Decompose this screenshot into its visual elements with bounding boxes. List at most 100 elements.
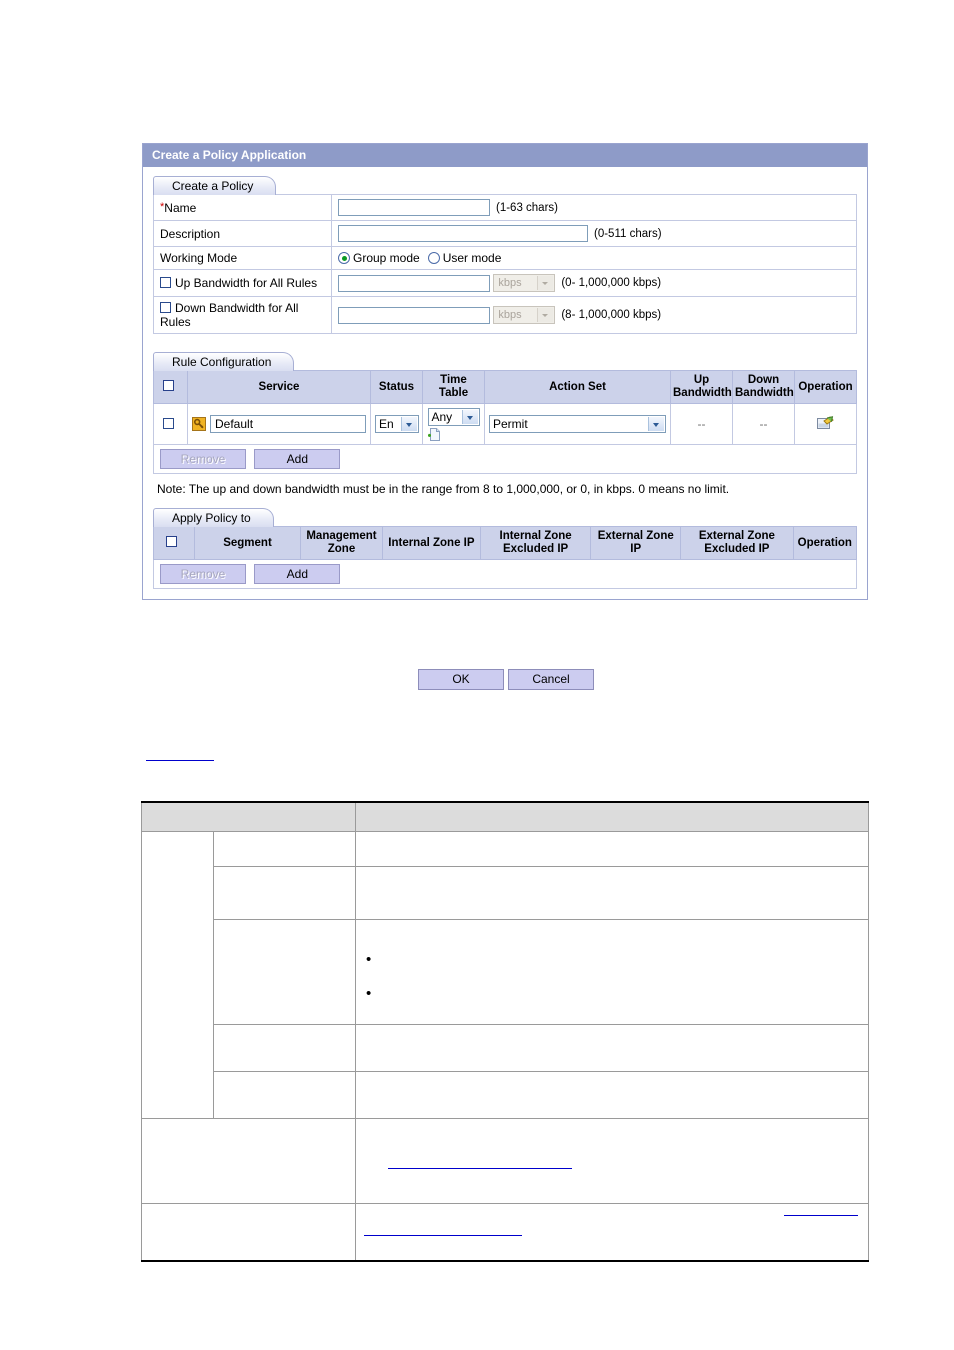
rule-remove-button[interactable]: Remove (160, 449, 246, 469)
service-input[interactable]: Default (210, 415, 366, 433)
working-mode-label: Working Mode (160, 251, 238, 265)
bullet-item (356, 985, 868, 1004)
rule-header-up-bandwidth-line1: Up (693, 374, 710, 386)
rule-header-up-bandwidth-line2: Bandwidth (673, 387, 732, 399)
description-input[interactable] (338, 225, 588, 242)
description-item-cell (213, 1024, 356, 1072)
apply-remove-button[interactable]: Remove (160, 564, 246, 584)
chevron-down-icon (537, 308, 554, 322)
up-bandwidth-hint: (0- 1,000,000 kbps) (561, 277, 662, 290)
description-text-cell-with-links (355, 1203, 869, 1262)
up-bandwidth-unit-select[interactable]: kbps (493, 274, 556, 292)
rule-table-header-row: Service Status Time Table Action Set Up … (153, 370, 857, 404)
service-key-icon (192, 417, 206, 431)
up-bandwidth-input[interactable] (338, 274, 490, 292)
tab-create-a-policy[interactable]: Create a Policy (153, 176, 277, 195)
name-label-cell: *Name (153, 194, 332, 221)
radio-user-mode-label: User mode (442, 251, 502, 265)
name-input[interactable] (338, 199, 490, 216)
rule-row-operation-cell (794, 403, 857, 445)
tab-apply-policy-to[interactable]: Apply Policy to (153, 508, 274, 527)
rule-header-up-bandwidth: Up Bandwidth (670, 370, 733, 404)
apply-select-all-checkbox[interactable] (166, 536, 178, 547)
time-table-select[interactable]: Any (427, 408, 480, 426)
rule-row-checkbox[interactable] (163, 418, 174, 429)
bullet-item (356, 951, 868, 970)
table-row (142, 866, 869, 920)
action-set-select[interactable]: Permit (489, 415, 666, 433)
cross-reference-link[interactable] (388, 1157, 572, 1169)
bandwidth-note: Note: The up and down bandwidth must be … (157, 482, 730, 496)
description-table-header-row (141, 801, 869, 832)
description-label: Description (160, 226, 221, 241)
apply-select-all-header (153, 526, 195, 560)
rule-header-operation: Operation (794, 370, 857, 404)
ok-button[interactable]: OK (418, 669, 504, 690)
form-row-up-bandwidth: Up Bandwidth for All Rules kbps (0- 1,000… (153, 269, 857, 297)
policy-form-table: *Name (1-63 chars) Description (0-511 ch… (153, 194, 857, 334)
description-header-item-cell (141, 801, 356, 832)
down-bandwidth-label: Down Bandwidth for All Rules (160, 301, 299, 329)
table-row (142, 919, 869, 1025)
dialog-title-bar: Create a Policy Application (143, 144, 867, 168)
table-row (142, 1071, 869, 1119)
down-bandwidth-unit-select[interactable]: kbps (493, 306, 556, 324)
down-bandwidth-checkbox[interactable] (160, 302, 171, 313)
dialog-body: Create a Policy *Name (1-63 chars) Descr… (143, 168, 867, 599)
description-text-cell-with-link (355, 1118, 869, 1204)
apply-header-external-zone-ip: External Zone IP (590, 526, 682, 560)
tab-create-a-policy-label: Create a Policy (172, 179, 254, 193)
apply-header-management-zone: Management Zone (300, 526, 383, 560)
table-row (141, 1118, 869, 1204)
dialog-title-text: Create a Policy Application (152, 148, 307, 162)
working-mode-label-cell: Working Mode (153, 246, 332, 270)
apply-policy-tab-strip: Apply Policy to (153, 508, 857, 527)
radio-group-mode[interactable] (338, 252, 350, 264)
apply-add-button[interactable]: Add (254, 564, 341, 584)
rule-row-action-set-cell: Permit (484, 403, 671, 445)
apply-header-external-ip-line2: IP (630, 543, 642, 555)
down-bandwidth-input[interactable] (338, 306, 490, 324)
apply-policy-table: Segment Management Zone Internal Zone IP… (153, 526, 858, 560)
add-time-table-icon[interactable] (427, 427, 443, 442)
service-wrap: Default (192, 415, 366, 433)
apply-header-internal-excluded-line2: Excluded IP (503, 543, 569, 555)
apply-header-internal-zone-excluded-ip: Internal Zone Excluded IP (479, 526, 592, 560)
rule-header-status: Status (370, 370, 423, 404)
chevron-down-icon (537, 276, 554, 290)
description-item-cell (213, 1071, 356, 1119)
document-anchor-link[interactable] (146, 750, 214, 761)
edit-rule-icon[interactable] (817, 415, 834, 430)
rule-add-button[interactable]: Add (254, 449, 341, 469)
status-select[interactable]: En (375, 415, 419, 433)
apply-header-management-zone-line1: Management (306, 530, 377, 542)
description-header-description-cell (355, 801, 869, 832)
up-bandwidth-field-cell: kbps (0- 1,000,000 kbps) (331, 269, 857, 297)
description-group-cell (141, 1118, 356, 1204)
rule-header-down-bandwidth-line1: Down (747, 374, 780, 386)
apply-header-internal-excluded-line1: Internal Zone (499, 530, 572, 542)
rule-header-down-bandwidth: Down Bandwidth (732, 370, 795, 404)
cross-reference-link[interactable] (784, 1204, 858, 1216)
up-bandwidth-unit-value: kbps (498, 277, 522, 289)
cross-reference-link[interactable] (364, 1224, 522, 1236)
up-bandwidth-checkbox[interactable] (160, 277, 171, 288)
description-field-cell: (0-511 chars) (331, 220, 857, 247)
down-bandwidth-label-cell: Down Bandwidth for All Rules (153, 296, 332, 334)
description-text-cell (355, 866, 869, 920)
radio-user-mode[interactable] (427, 252, 440, 264)
apply-header-external-excluded-line1: External Zone (698, 530, 775, 542)
description-text-cell (355, 831, 869, 867)
working-mode-radio-group: Group mode User mode (338, 251, 501, 265)
apply-header-segment: Segment (193, 526, 302, 560)
description-item-cell (213, 866, 356, 920)
rule-row-time-table-cell: Any (422, 403, 485, 445)
description-item-cell (213, 831, 356, 867)
cancel-button[interactable]: Cancel (508, 669, 594, 690)
tab-rule-configuration[interactable]: Rule Configuration (153, 352, 295, 371)
create-policy-tab-strip: Create a Policy (153, 176, 857, 195)
chevron-down-icon (461, 410, 478, 424)
form-row-working-mode: Working Mode Group mode User mode (153, 246, 857, 270)
description-hint: (0-511 chars) (594, 227, 662, 240)
rule-select-all-checkbox[interactable] (163, 380, 174, 391)
